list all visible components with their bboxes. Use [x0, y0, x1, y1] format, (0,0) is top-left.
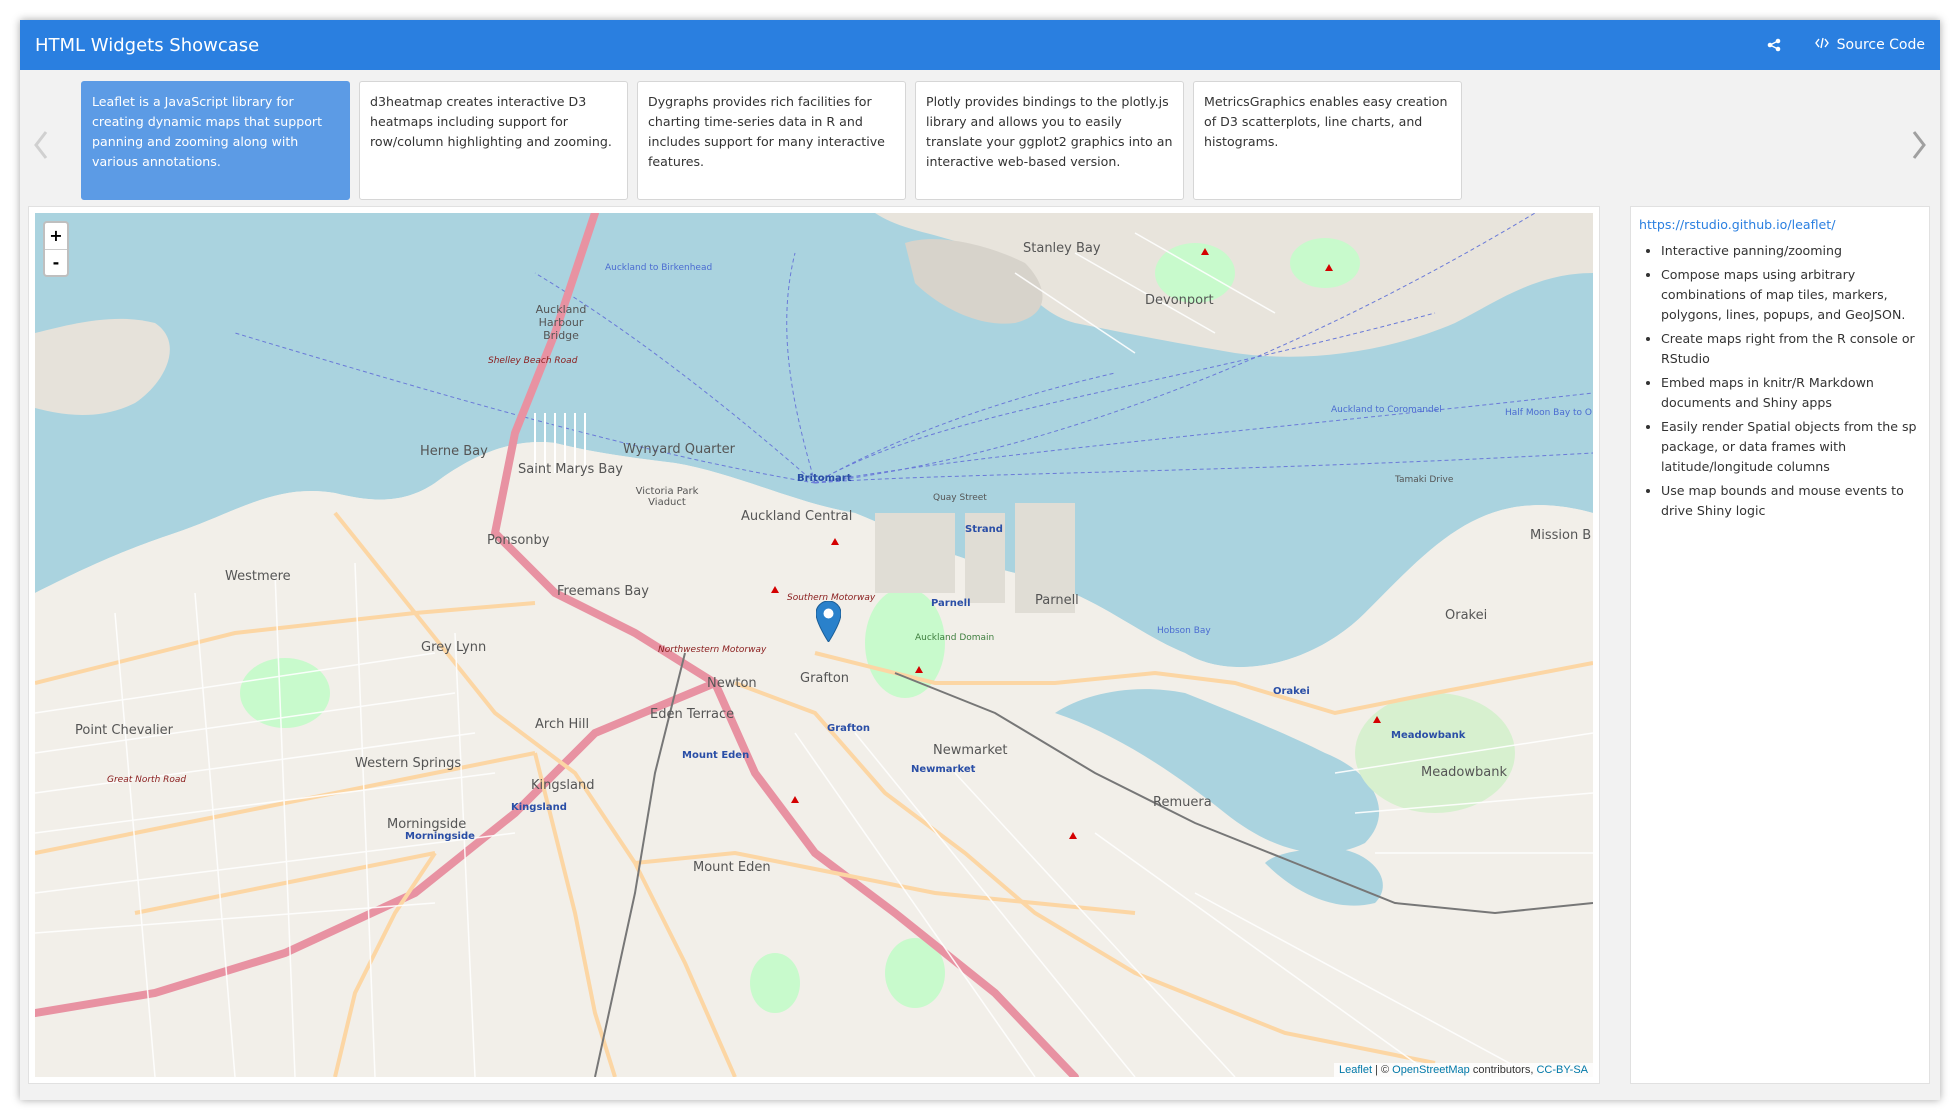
map-label-northwestern-motorway: Northwestern Motorway — [658, 645, 767, 655]
map-label-grafton: Grafton — [800, 671, 850, 686]
map-label-grafton-station: Grafton — [827, 723, 871, 734]
attribution-contributors: contributors, — [1469, 1064, 1537, 1076]
carousel-next-arrow[interactable] — [1904, 120, 1934, 170]
license-link[interactable]: CC-BY-SA — [1536, 1064, 1588, 1076]
source-code-link[interactable]: Source Code — [1814, 37, 1925, 53]
map-label-newmarket: Newmarket — [933, 743, 1008, 758]
map-label-ponsonby: Ponsonby — [487, 533, 550, 548]
feature-item: Interactive panning/zooming — [1661, 241, 1921, 261]
map-label-stanley-bay: Stanley Bay — [1023, 241, 1101, 256]
map-label-herne-bay: Herne Bay — [420, 444, 488, 459]
map-label-kingsland-station: Kingsland — [511, 802, 567, 813]
map-label-remuera: Remuera — [1153, 795, 1212, 810]
map-pin-icon[interactable] — [815, 600, 842, 646]
feature-item: Create maps right from the R console or … — [1661, 329, 1921, 369]
attribution-separator: | © — [1372, 1064, 1393, 1076]
map-tiles — [35, 213, 1593, 1077]
feature-list: Interactive panning/zooming Compose maps… — [1639, 241, 1921, 521]
map-label-parnell: Parnell — [1035, 593, 1079, 608]
leaflet-link[interactable]: Leaflet — [1339, 1064, 1372, 1076]
map-label-newton: Newton — [707, 676, 757, 691]
map-label-western-springs: Western Springs — [355, 756, 462, 771]
carousel-card-dygraphs[interactable]: Dygraphs provides rich facilities for ch… — [637, 81, 906, 200]
map-label-parnell-station: Parnell — [931, 598, 971, 609]
map-label-quay-street: Quay Street — [933, 493, 987, 503]
map-label-auckland-domain: Auckland Domain — [915, 633, 995, 643]
map-label-britomart: Britomart — [797, 473, 852, 484]
carousel-card-leaflet[interactable]: Leaflet is a JavaScript library for crea… — [81, 81, 350, 200]
map-label-saint-marys-bay: Saint Marys Bay — [518, 462, 624, 477]
map-label-tamaki-drive: Tamaki Drive — [1395, 475, 1454, 485]
map-label-auckland-to-birkenhead: Auckland to Birkenhead — [605, 263, 713, 273]
code-icon — [1814, 37, 1829, 53]
main-content: Stanley Bay Devonport Auckland Harbour B… — [20, 206, 1940, 1100]
feature-item: Embed maps in knitr/R Markdown documents… — [1661, 373, 1921, 413]
zoom-out-button[interactable]: - — [45, 249, 67, 275]
map-label-auckland-central: Auckland Central — [741, 509, 853, 524]
carousel-card-metricsgraphics[interactable]: MetricsGraphics enables easy creation of… — [1193, 81, 1462, 200]
leaflet-map[interactable]: Stanley Bay Devonport Auckland Harbour B… — [35, 213, 1593, 1077]
map-label-devonport: Devonport — [1145, 293, 1214, 308]
map-label-mission-bay: Mission B — [1530, 528, 1592, 543]
map-label-orakei-station: Orakei — [1273, 686, 1310, 697]
map-label-victoria-park-viaduct: Victoria Park Viaduct — [635, 486, 699, 508]
zoom-control: + - — [43, 221, 69, 277]
map-label-morningside-station: Morningside — [405, 831, 475, 842]
map-label-mount-eden-station: Mount Eden — [682, 750, 750, 761]
share-icon[interactable] — [1767, 38, 1781, 52]
map-label-point-chevalier: Point Chevalier — [75, 723, 173, 738]
map-label-strand-station: Strand — [965, 524, 1003, 535]
openstreetmap-link[interactable]: OpenStreetMap — [1392, 1064, 1470, 1076]
map-label-grey-lynn: Grey Lynn — [421, 640, 487, 655]
map-label-meadowbank-station: Meadowbank — [1391, 730, 1466, 741]
map-label-westmere: Westmere — [225, 569, 291, 584]
map-label-harbour-bridge: Auckland Harbour Bridge — [535, 303, 587, 342]
zoom-in-button[interactable]: + — [45, 223, 67, 249]
map-panel: Stanley Bay Devonport Auckland Harbour B… — [28, 206, 1600, 1084]
map-label-freemans-bay: Freemans Bay — [557, 584, 649, 599]
app-title[interactable]: HTML Widgets Showcase — [35, 35, 1767, 56]
map-label-half-moon-bay: Half Moon Bay to O — [1505, 408, 1593, 418]
leaflet-docs-link[interactable]: https://rstudio.github.io/leaflet/ — [1639, 215, 1921, 235]
source-code-label: Source Code — [1836, 37, 1925, 53]
map-label-newmarket-station: Newmarket — [911, 764, 976, 775]
map-label-auckland-to-coromandel: Auckland to Coromandel — [1331, 405, 1442, 415]
map-label-meadowbank: Meadowbank — [1421, 765, 1508, 780]
app-window: HTML Widgets Showcase Source Code Leafle… — [20, 20, 1940, 1100]
carousel-card-d3heatmap[interactable]: d3heatmap creates interactive D3 heatmap… — [359, 81, 628, 200]
map-label-eden-terrace: Eden Terrace — [650, 707, 735, 722]
map-attribution: Leaflet | © OpenStreetMap contributors, … — [1333, 1063, 1593, 1077]
map-label-wynyard-quarter: Wynyard Quarter — [623, 442, 735, 457]
carousel-prev-arrow[interactable] — [26, 120, 56, 170]
feature-item: Use map bounds and mouse events to drive… — [1661, 481, 1921, 521]
map-label-great-north-road: Great North Road — [107, 775, 187, 785]
map-label-shelley-beach-road: Shelley Beach Road — [488, 356, 578, 366]
map-label-mount-eden: Mount Eden — [693, 860, 771, 875]
map-label-orakei: Orakei — [1445, 608, 1488, 623]
map-label-morningside: Morningside — [387, 817, 467, 832]
map-label-kingsland: Kingsland — [531, 778, 595, 793]
feature-item: Compose maps using arbitrary combination… — [1661, 265, 1921, 325]
map-label-arch-hill: Arch Hill — [535, 717, 590, 732]
carousel-cards: Leaflet is a JavaScript library for crea… — [81, 81, 1462, 200]
feature-item: Easily render Spatial objects from the s… — [1661, 417, 1921, 477]
widget-carousel: Leaflet is a JavaScript library for crea… — [20, 70, 1940, 206]
carousel-card-plotly[interactable]: Plotly provides bindings to the plotly.j… — [915, 81, 1184, 200]
navbar: HTML Widgets Showcase Source Code — [20, 20, 1940, 70]
map-label-hobson-bay: Hobson Bay — [1157, 626, 1211, 636]
description-panel: https://rstudio.github.io/leaflet/ Inter… — [1630, 206, 1930, 1084]
